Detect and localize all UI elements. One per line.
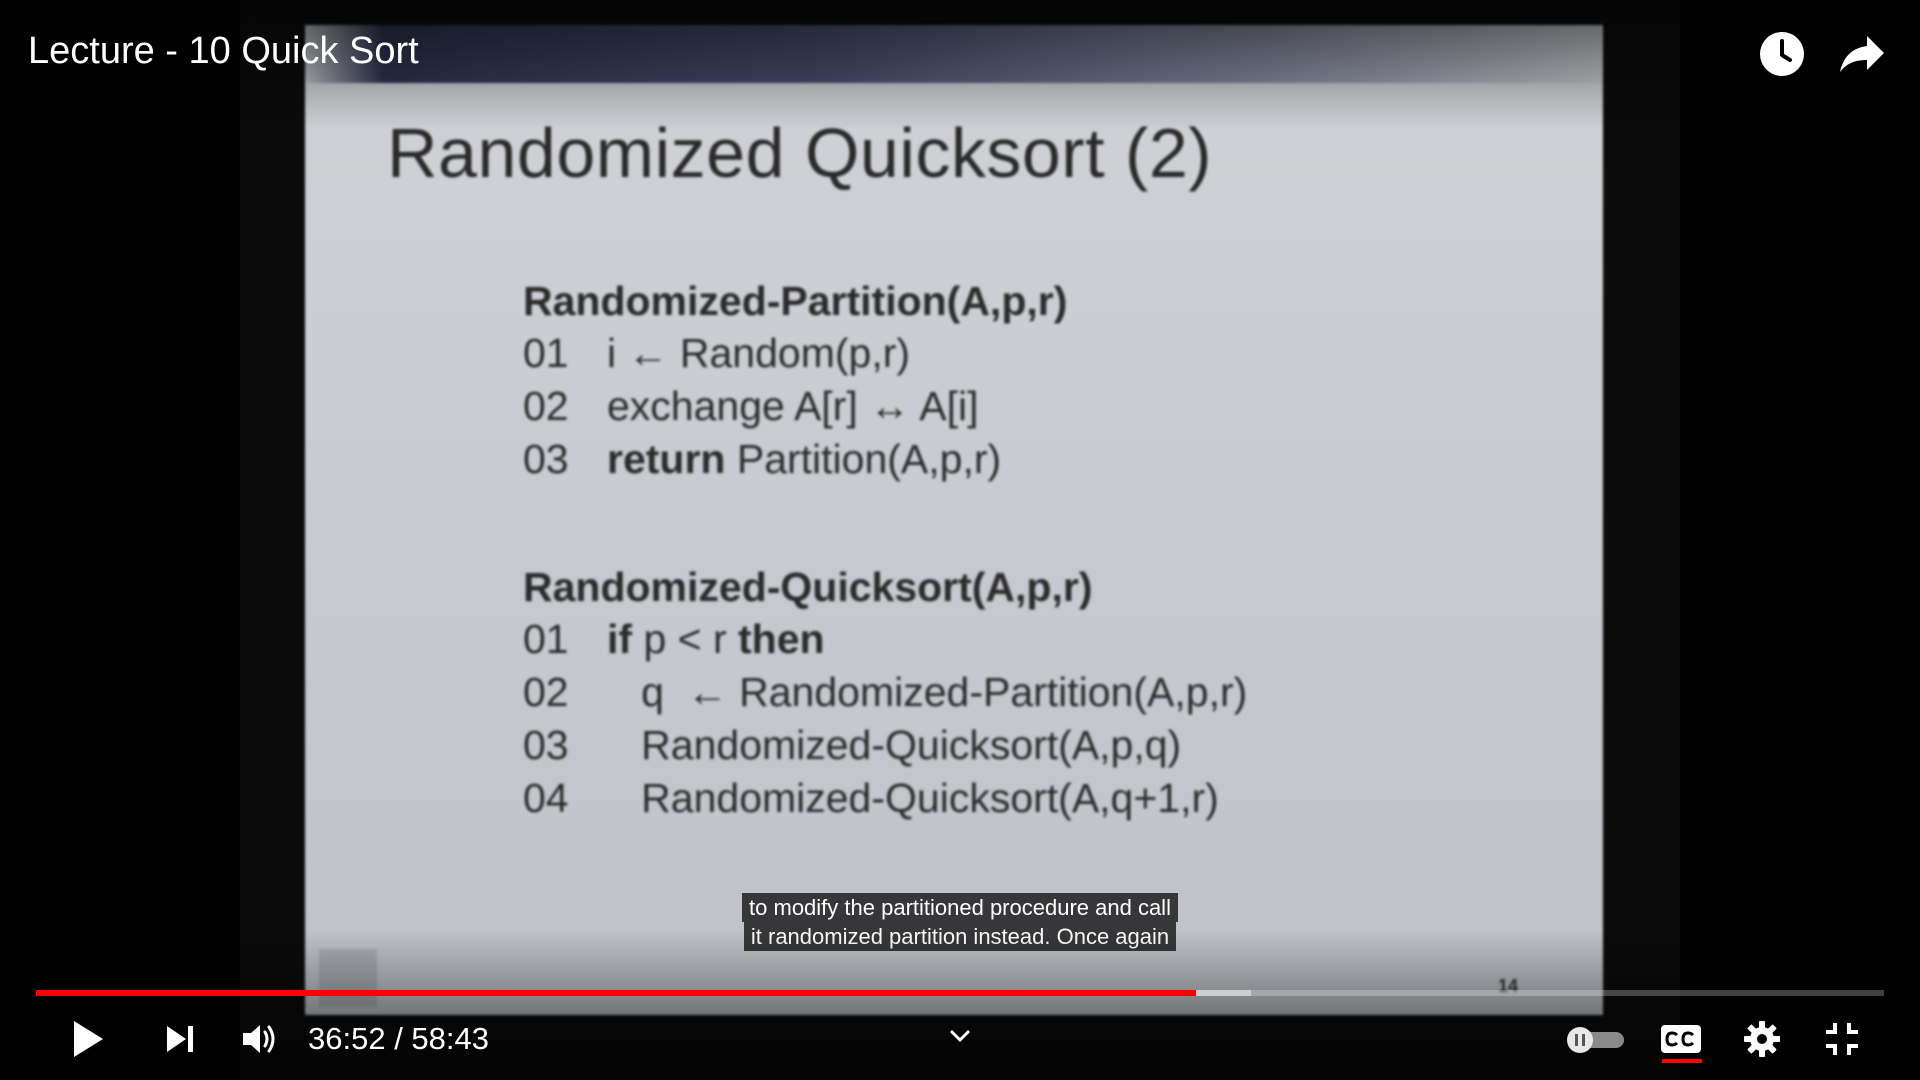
autoplay-toggle-icon — [1567, 1027, 1624, 1053]
lecture-slide: Randomized Quicksort (2) Randomized-Part… — [305, 25, 1603, 1015]
volume-button[interactable] — [234, 1013, 286, 1065]
play-button[interactable] — [62, 1013, 114, 1065]
progress-bar[interactable] — [36, 990, 1884, 996]
code-line: 03 return Partition(A,p,r) — [523, 433, 1067, 486]
code-text: Randomized-Quicksort(A,p,q) — [607, 722, 1182, 768]
share-button[interactable] — [1836, 28, 1888, 80]
watch-later-button[interactable] — [1756, 28, 1808, 80]
randomized-partition-code: Randomized-Partition(A,p,r) 01 i ← Random… — [523, 275, 1067, 486]
randomized-quicksort-code: Randomized-Quicksort(A,p,r) 01 if p < r t… — [523, 561, 1247, 825]
autoplay-toggle[interactable] — [1560, 1013, 1632, 1065]
code-text: p < r — [632, 616, 739, 662]
captions-active-indicator — [1662, 1059, 1702, 1063]
keyword: return — [607, 436, 726, 482]
code-line: 04 Randomized-Quicksort(A,q+1,r) — [523, 772, 1247, 825]
next-button[interactable] — [154, 1013, 206, 1065]
line-number: 01 — [523, 616, 569, 662]
exit-fullscreen-icon — [1826, 1023, 1858, 1055]
chapters-expand-button[interactable] — [936, 1010, 984, 1062]
exit-fullscreen-button[interactable] — [1816, 1013, 1868, 1065]
keyword: if — [607, 616, 633, 662]
code-line: 03 Randomized-Quicksort(A,p,q) — [523, 719, 1247, 772]
code-line: 02 q ← Randomized-Partition(A,p,r) — [523, 666, 1247, 719]
code-text: i ← Random(p,r) — [607, 330, 911, 376]
progress-played — [36, 990, 1196, 996]
code-line: 02 exchange A[r] ↔ A[i] — [523, 380, 1067, 433]
code-line: 01 if p < r then — [523, 613, 1247, 666]
settings-button[interactable] — [1736, 1013, 1788, 1065]
cc-icon — [1661, 1025, 1701, 1053]
clock-icon — [1760, 32, 1804, 76]
line-number: 02 — [523, 669, 569, 715]
line-number: 03 — [523, 722, 569, 768]
next-icon — [167, 1026, 193, 1052]
code-text: Randomized-Quicksort(A,q+1,r) — [607, 775, 1219, 821]
code-header: Randomized-Quicksort(A,p,r) — [523, 564, 1093, 610]
gear-icon — [1744, 1021, 1780, 1057]
code-text: Partition(A,p,r) — [725, 436, 1002, 482]
time-display: 36:52 / 58:43 — [308, 1021, 489, 1056]
captions-button[interactable] — [1655, 1013, 1707, 1065]
line-number: 03 — [523, 436, 569, 482]
code-header: Randomized-Partition(A,p,r) — [523, 278, 1068, 324]
video-title[interactable]: Lecture - 10 Quick Sort — [28, 30, 419, 73]
code-text: exchange A[r] ↔ A[i] — [607, 383, 979, 429]
caption-line: to modify the partitioned procedure and … — [742, 893, 1178, 922]
line-number: 04 — [523, 775, 569, 821]
code-line: 01 i ← Random(p,r) — [523, 327, 1067, 380]
line-number: 01 — [523, 330, 569, 376]
chevron-down-icon — [950, 1030, 970, 1042]
code-text: q ← Randomized-Partition(A,p,r) — [607, 669, 1248, 715]
share-arrow-icon — [1840, 36, 1884, 72]
line-number: 02 — [523, 383, 569, 429]
volume-icon — [243, 1025, 275, 1053]
keyword: then — [738, 616, 825, 662]
play-icon — [74, 1021, 103, 1057]
